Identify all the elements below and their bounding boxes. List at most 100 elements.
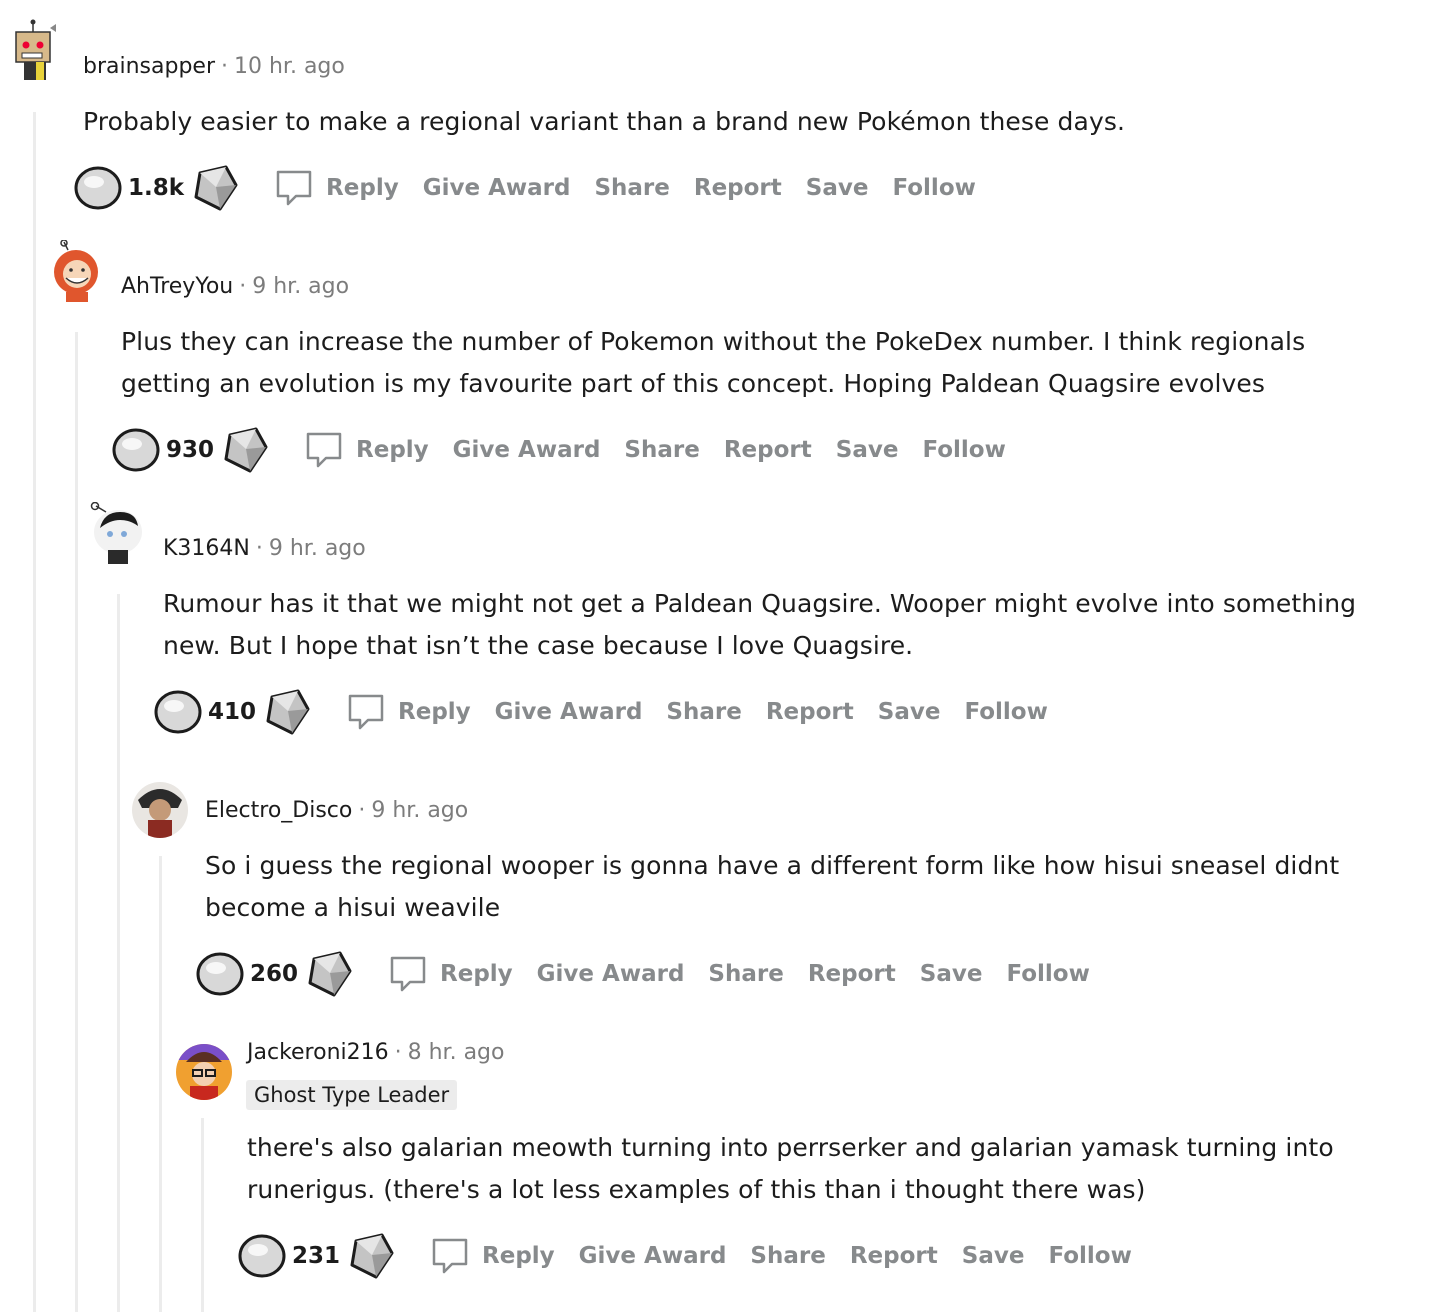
- comment-meta: K3164N · 9 hr. ago: [163, 534, 366, 564]
- share-button[interactable]: Share: [594, 175, 669, 201]
- meta-separator: ·: [239, 274, 247, 299]
- comment-meta: AhTreyYou · 9 hr. ago: [121, 272, 349, 302]
- vote-count: 231: [292, 1243, 341, 1269]
- comment-body: Probably easier to make a regional varia…: [83, 107, 1126, 136]
- share-button[interactable]: Share: [666, 699, 741, 725]
- vote-count: 260: [250, 961, 299, 987]
- comment-meta: Jackeroni216 · 8 hr. ago: [247, 1038, 504, 1068]
- upvote-icon[interactable]: [74, 164, 122, 212]
- save-button[interactable]: Save: [962, 1243, 1025, 1269]
- report-button[interactable]: Report: [694, 175, 782, 201]
- follow-button[interactable]: Follow: [964, 699, 1047, 725]
- report-button[interactable]: Report: [766, 699, 854, 725]
- author-link[interactable]: AhTreyYou: [121, 274, 233, 299]
- save-button[interactable]: Save: [920, 961, 983, 987]
- action-bar: 260 Reply Give Award Share Report Save F…: [196, 949, 1090, 999]
- author-link[interactable]: Jackeroni216: [247, 1040, 389, 1065]
- snoo-avatar-icon: [90, 502, 142, 564]
- report-button[interactable]: Report: [850, 1243, 938, 1269]
- reply-button[interactable]: Reply: [430, 1236, 555, 1276]
- save-button[interactable]: Save: [836, 437, 899, 463]
- avatar[interactable]: [172, 1038, 232, 1102]
- user-flair: Ghost Type Leader: [246, 1080, 458, 1110]
- timestamp[interactable]: 9 hr. ago: [371, 798, 468, 823]
- reply-button[interactable]: Reply: [346, 692, 471, 732]
- downvote-icon[interactable]: [220, 425, 270, 475]
- share-button[interactable]: Share: [750, 1243, 825, 1269]
- reply-label: Reply: [398, 699, 471, 725]
- timestamp[interactable]: 8 hr. ago: [408, 1040, 505, 1065]
- follow-button[interactable]: Follow: [892, 175, 975, 201]
- report-button[interactable]: Report: [808, 961, 896, 987]
- downvote-icon[interactable]: [346, 1231, 396, 1281]
- share-button[interactable]: Share: [708, 961, 783, 987]
- thread-line-level-3[interactable]: [117, 594, 120, 1312]
- upvote-icon[interactable]: [196, 950, 244, 998]
- reply-label: Reply: [482, 1243, 555, 1269]
- reply-label: Reply: [356, 437, 429, 463]
- comment-body: Plus they can increase the number of Pok…: [121, 327, 1306, 398]
- meta-separator: ·: [221, 54, 228, 79]
- meta-separator: ·: [358, 798, 366, 823]
- downvote-icon[interactable]: [262, 687, 312, 737]
- thread-line-level-1[interactable]: [33, 112, 36, 1312]
- vote-count: 930: [166, 437, 215, 463]
- share-button[interactable]: Share: [624, 437, 699, 463]
- report-button[interactable]: Report: [724, 437, 812, 463]
- reply-label: Reply: [440, 961, 513, 987]
- meta-separator: ·: [394, 1040, 402, 1065]
- author-link[interactable]: Electro_Disco: [205, 798, 352, 823]
- timestamp[interactable]: 9 hr. ago: [269, 536, 366, 561]
- red-hood-avatar-icon: [54, 240, 98, 302]
- thread-line-level-4[interactable]: [159, 856, 162, 1312]
- comment-body: there's also galarian meowth turning int…: [247, 1133, 1334, 1204]
- reply-button[interactable]: Reply: [388, 954, 513, 994]
- comment-bubble-icon: [276, 170, 312, 206]
- thread-line-level-5[interactable]: [201, 1118, 204, 1312]
- robot-box-avatar-icon: [15, 19, 56, 80]
- reply-button[interactable]: Reply: [304, 430, 429, 470]
- avatar[interactable]: [46, 240, 106, 304]
- meta-separator: ·: [255, 536, 263, 561]
- give-award-button[interactable]: Give Award: [423, 175, 571, 201]
- follow-button[interactable]: Follow: [1006, 961, 1089, 987]
- downvote-icon[interactable]: [190, 163, 240, 213]
- avatar[interactable]: [130, 776, 190, 840]
- avatar[interactable]: [88, 502, 148, 566]
- vote-count: 1.8k: [128, 175, 185, 201]
- save-button[interactable]: Save: [878, 699, 941, 725]
- action-bar: 930 Reply Give Award Share Report Save F…: [112, 425, 1006, 475]
- comment-bubble-icon: [306, 432, 342, 468]
- reply-label: Reply: [326, 175, 399, 201]
- author-link[interactable]: brainsapper: [83, 54, 215, 79]
- photo-avatar-icon: [132, 782, 188, 838]
- glasses-avatar-icon: [176, 1044, 232, 1100]
- vote-count: 410: [208, 699, 257, 725]
- thread-line-level-2[interactable]: [75, 332, 78, 1312]
- give-award-button[interactable]: Give Award: [579, 1243, 727, 1269]
- action-bar: 410 Reply Give Award Share Report Save F…: [154, 687, 1048, 737]
- give-award-button[interactable]: Give Award: [495, 699, 643, 725]
- upvote-icon[interactable]: [112, 426, 160, 474]
- comment-body: Rumour has it that we might not get a Pa…: [163, 589, 1357, 660]
- comment-bubble-icon: [348, 694, 384, 730]
- comment-bubble-icon: [432, 1238, 468, 1274]
- comment-meta: Electro_Disco · 9 hr. ago: [205, 796, 468, 826]
- reply-button[interactable]: Reply: [274, 168, 399, 208]
- follow-button[interactable]: Follow: [922, 437, 1005, 463]
- avatar[interactable]: [6, 18, 66, 82]
- timestamp[interactable]: 9 hr. ago: [252, 274, 349, 299]
- upvote-icon[interactable]: [154, 688, 202, 736]
- downvote-icon[interactable]: [304, 949, 354, 999]
- save-button[interactable]: Save: [806, 175, 869, 201]
- timestamp[interactable]: 10 hr. ago: [234, 54, 345, 79]
- give-award-button[interactable]: Give Award: [453, 437, 601, 463]
- comment-meta: brainsapper · 10 hr. ago: [83, 52, 345, 82]
- action-bar: 1.8k Reply Give Award Share Report Save …: [74, 163, 976, 213]
- give-award-button[interactable]: Give Award: [537, 961, 685, 987]
- comment-body: So i guess the regional wooper is gonna …: [205, 851, 1340, 922]
- author-link[interactable]: K3164N: [163, 536, 250, 561]
- follow-button[interactable]: Follow: [1048, 1243, 1131, 1269]
- upvote-icon[interactable]: [238, 1232, 286, 1280]
- comment-bubble-icon: [390, 956, 426, 992]
